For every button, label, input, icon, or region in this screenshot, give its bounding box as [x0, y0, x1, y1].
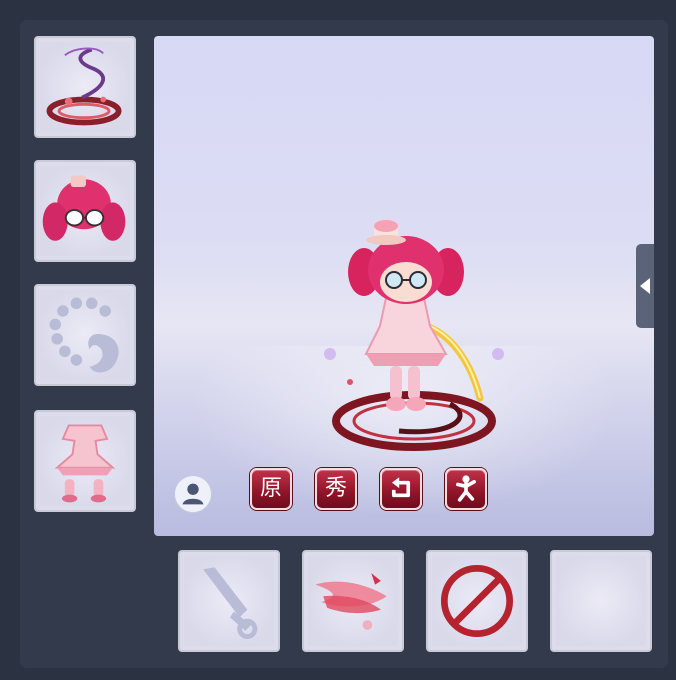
equip-slot-accessory[interactable]: [34, 284, 136, 386]
original-button[interactable]: 原: [250, 468, 292, 510]
pink-dress-outfit-icon: [54, 424, 116, 503]
rotate-icon: [391, 477, 411, 498]
equip-slot-hair[interactable]: [34, 160, 136, 262]
equip-slot-disabled[interactable]: [426, 550, 528, 652]
equip-slot-mount-effect[interactable]: [34, 36, 136, 138]
original-button-label: 原: [259, 476, 282, 501]
character-preview[interactable]: [154, 36, 654, 536]
dark-swirl-ring-icon: [46, 47, 122, 126]
equip-slot-effect[interactable]: [302, 550, 404, 652]
panel-collapse-tab[interactable]: [636, 244, 654, 328]
show-button-label: 秀: [324, 476, 347, 501]
character-model: [324, 220, 504, 451]
sword-placeholder-icon: [203, 567, 258, 639]
equip-slot-outfit[interactable]: [34, 410, 136, 512]
pink-twintail-hair-icon: [42, 175, 126, 241]
avatar-button[interactable]: [174, 475, 212, 513]
equip-slot-blank[interactable]: [550, 550, 652, 652]
action-button[interactable]: [445, 468, 487, 510]
necklace-placeholder-icon: [49, 297, 119, 373]
show-button[interactable]: 秀: [315, 468, 357, 510]
equip-slot-weapon[interactable]: [178, 550, 280, 652]
dance-pose-icon: [456, 475, 476, 502]
pink-wing-effect-icon: [315, 573, 387, 630]
person-icon: [182, 483, 204, 505]
arrow-left-icon: [640, 278, 650, 294]
prohibited-icon: [440, 564, 514, 638]
rotate-button[interactable]: [380, 468, 422, 510]
